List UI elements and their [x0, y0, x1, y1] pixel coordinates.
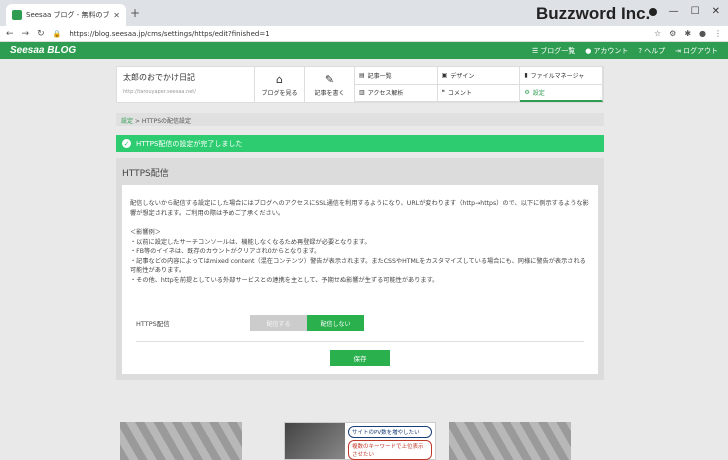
breadcrumb-current: HTTPSの配信設定	[141, 118, 192, 125]
https-setting-row: HTTPS配信 配信する 配信しない	[130, 315, 590, 331]
home-icon: ⌂	[276, 72, 283, 86]
menu-articles[interactable]: ▤ 記事一覧	[355, 67, 438, 85]
nav-help[interactable]: ? ヘルプ	[638, 46, 665, 56]
account-icon[interactable]: ●	[699, 29, 706, 38]
url-field[interactable]: https://blog.seesaa.jp/cms/settings/http…	[69, 30, 646, 38]
option-enable[interactable]: 配信する	[250, 315, 307, 331]
impact-item: ・その他、httpを前提としている外部サービスとの連携を主として、予期せぬ影響が…	[130, 276, 439, 284]
check-circle-icon: ✓	[122, 139, 131, 148]
view-blog-button[interactable]: ⌂ ブログを見る	[255, 67, 305, 102]
window-controls: — ☐ ✕	[648, 6, 720, 17]
chart-icon: ▥	[359, 89, 365, 97]
option-disable[interactable]: 配信しない	[307, 315, 364, 331]
new-tab-icon[interactable]: +	[130, 6, 140, 20]
list-icon: ☰	[532, 46, 539, 55]
panel-body: 配信しないから配信する設定にした場合にはブログへのアクセスにSSL通信を利用する…	[122, 185, 598, 374]
tab-title: Seesaa ブログ - 無料のブログ(blog)	[26, 11, 110, 19]
comment-icon: ❝	[441, 89, 445, 97]
document-icon: ▤	[359, 71, 365, 79]
header-nav: ☰ ブログ一覧 ● アカウント ? ヘルプ ⇥ ログアウト	[532, 46, 718, 56]
nav-logout[interactable]: ⇥ ログアウト	[675, 46, 718, 56]
alert-text: HTTPS配信の設定が完了しました	[136, 139, 243, 148]
impact-item: ・以前に設定したサーチコンソールは、機能しなくなるため再登録が必要となります。	[130, 238, 371, 246]
extensions-icon[interactable]: ✱	[684, 29, 691, 38]
blog-name[interactable]: 太郎のおでかけ日記	[123, 72, 248, 83]
ad-banner-center[interactable]: サイトのPV数を増やしたい 複数のキーワードで上位表示させたい	[284, 422, 436, 460]
menu-design[interactable]: ▣ デザイン	[437, 67, 521, 85]
divider	[136, 341, 584, 342]
ad-banner-left[interactable]	[120, 422, 242, 460]
browser-tab[interactable]: Seesaa ブログ - 無料のブログ(blog) ✕	[6, 4, 126, 26]
gear-icon: ⚙	[524, 88, 530, 96]
impact-item: ・記事などの内容によってはmixed content（混在コンテンツ）警告が表示…	[130, 257, 586, 275]
site-header: Seesaa BLOG ☰ ブログ一覧 ● アカウント ? ヘルプ ⇥ ログアウト	[0, 42, 728, 59]
breadcrumb: 設定 > HTTPSの配信設定	[116, 113, 604, 126]
seesaa-favicon-icon	[12, 10, 22, 20]
main-container: 太郎のおでかけ日記 http://tarouyaper.seesaa.net/ …	[116, 66, 604, 380]
https-toggle: 配信する 配信しない	[250, 315, 364, 331]
blog-url[interactable]: http://tarouyaper.seesaa.net/	[123, 89, 248, 95]
impact-item: ・FB等のイイネは、既存のカウントがクリアされ0からとなります。	[130, 248, 321, 255]
intro-text: 配信しないから配信する設定にした場合にはブログへのアクセスにSSL通信を利用する…	[130, 200, 589, 217]
ad-banner-right[interactable]	[449, 422, 571, 460]
menu-access-analytics[interactable]: ▥ アクセス解析	[355, 84, 438, 102]
impact-heading: ＜影響例＞	[130, 229, 161, 236]
close-window-icon[interactable]: ✕	[712, 6, 720, 17]
success-alert: ✓ HTTPS配信の設定が完了しました	[116, 135, 604, 152]
edit-icon: ✎	[324, 72, 335, 86]
image-icon: ▣	[441, 71, 448, 79]
profile-dot-icon	[648, 8, 657, 16]
blog-menu: ▤ 記事一覧 ▣ デザイン ▮ ファイルマネージャ ▥ アクセス解析 ❝ コメント ⚙ 設定	[355, 67, 603, 102]
menu-file-manager[interactable]: ▮ ファイルマネージャ	[520, 67, 603, 85]
menu-icon[interactable]: ⋮	[714, 29, 722, 38]
ad-text: サイトのPV数を増やしたい 複数のキーワードで上位表示させたい	[345, 423, 435, 460]
ad-image	[285, 423, 345, 459]
maximize-icon[interactable]: ☐	[691, 6, 700, 17]
browser-tabbar: Seesaa ブログ - 無料のブログ(blog) ✕ + Buzzword I…	[0, 0, 728, 26]
breadcrumb-settings-link[interactable]: 設定	[121, 118, 133, 125]
lock-icon[interactable]: 🔒	[53, 30, 62, 38]
reload-icon[interactable]: ↻	[37, 29, 45, 39]
menu-comments[interactable]: ❝ コメント	[437, 84, 521, 102]
seesaa-logo[interactable]: Seesaa BLOG	[10, 45, 76, 56]
save-button[interactable]: 保存	[330, 350, 390, 366]
address-bar-row: ← → ↻ 🔒 https://blog.seesaa.jp/cms/setti…	[0, 26, 728, 42]
file-icon: ▮	[524, 71, 528, 79]
minimize-icon[interactable]: —	[669, 6, 679, 17]
https-panel: HTTPS配信 配信しないから配信する設定にした場合にはブログへのアクセスにSS…	[116, 158, 604, 380]
nav-blog-list[interactable]: ☰ ブログ一覧	[532, 46, 575, 56]
nav-account[interactable]: ● アカウント	[585, 46, 628, 56]
ad-bubble: サイトのPV数を増やしたい	[348, 426, 432, 438]
menu-settings[interactable]: ⚙ 設定	[520, 84, 603, 102]
star-icon[interactable]: ☆	[654, 29, 661, 38]
settings-icon[interactable]: ⚙	[669, 29, 676, 38]
forward-icon[interactable]: →	[22, 29, 30, 39]
blog-bar: 太郎のおでかけ日記 http://tarouyaper.seesaa.net/ …	[116, 66, 604, 103]
https-field-label: HTTPS配信	[136, 320, 170, 328]
blog-info: 太郎のおでかけ日記 http://tarouyaper.seesaa.net/	[117, 67, 255, 102]
write-article-button[interactable]: ✎ 記事を書く	[305, 67, 355, 102]
panel-title: HTTPS配信	[122, 169, 169, 179]
back-icon[interactable]: ←	[6, 29, 14, 39]
close-tab-icon[interactable]: ✕	[113, 11, 120, 20]
help-icon: ?	[638, 46, 643, 55]
ad-bubble: 複数のキーワードで上位表示させたい	[348, 440, 432, 460]
brand-watermark: Buzzword Inc.	[536, 4, 651, 23]
user-icon: ●	[585, 46, 592, 55]
logout-icon: ⇥	[675, 46, 681, 55]
